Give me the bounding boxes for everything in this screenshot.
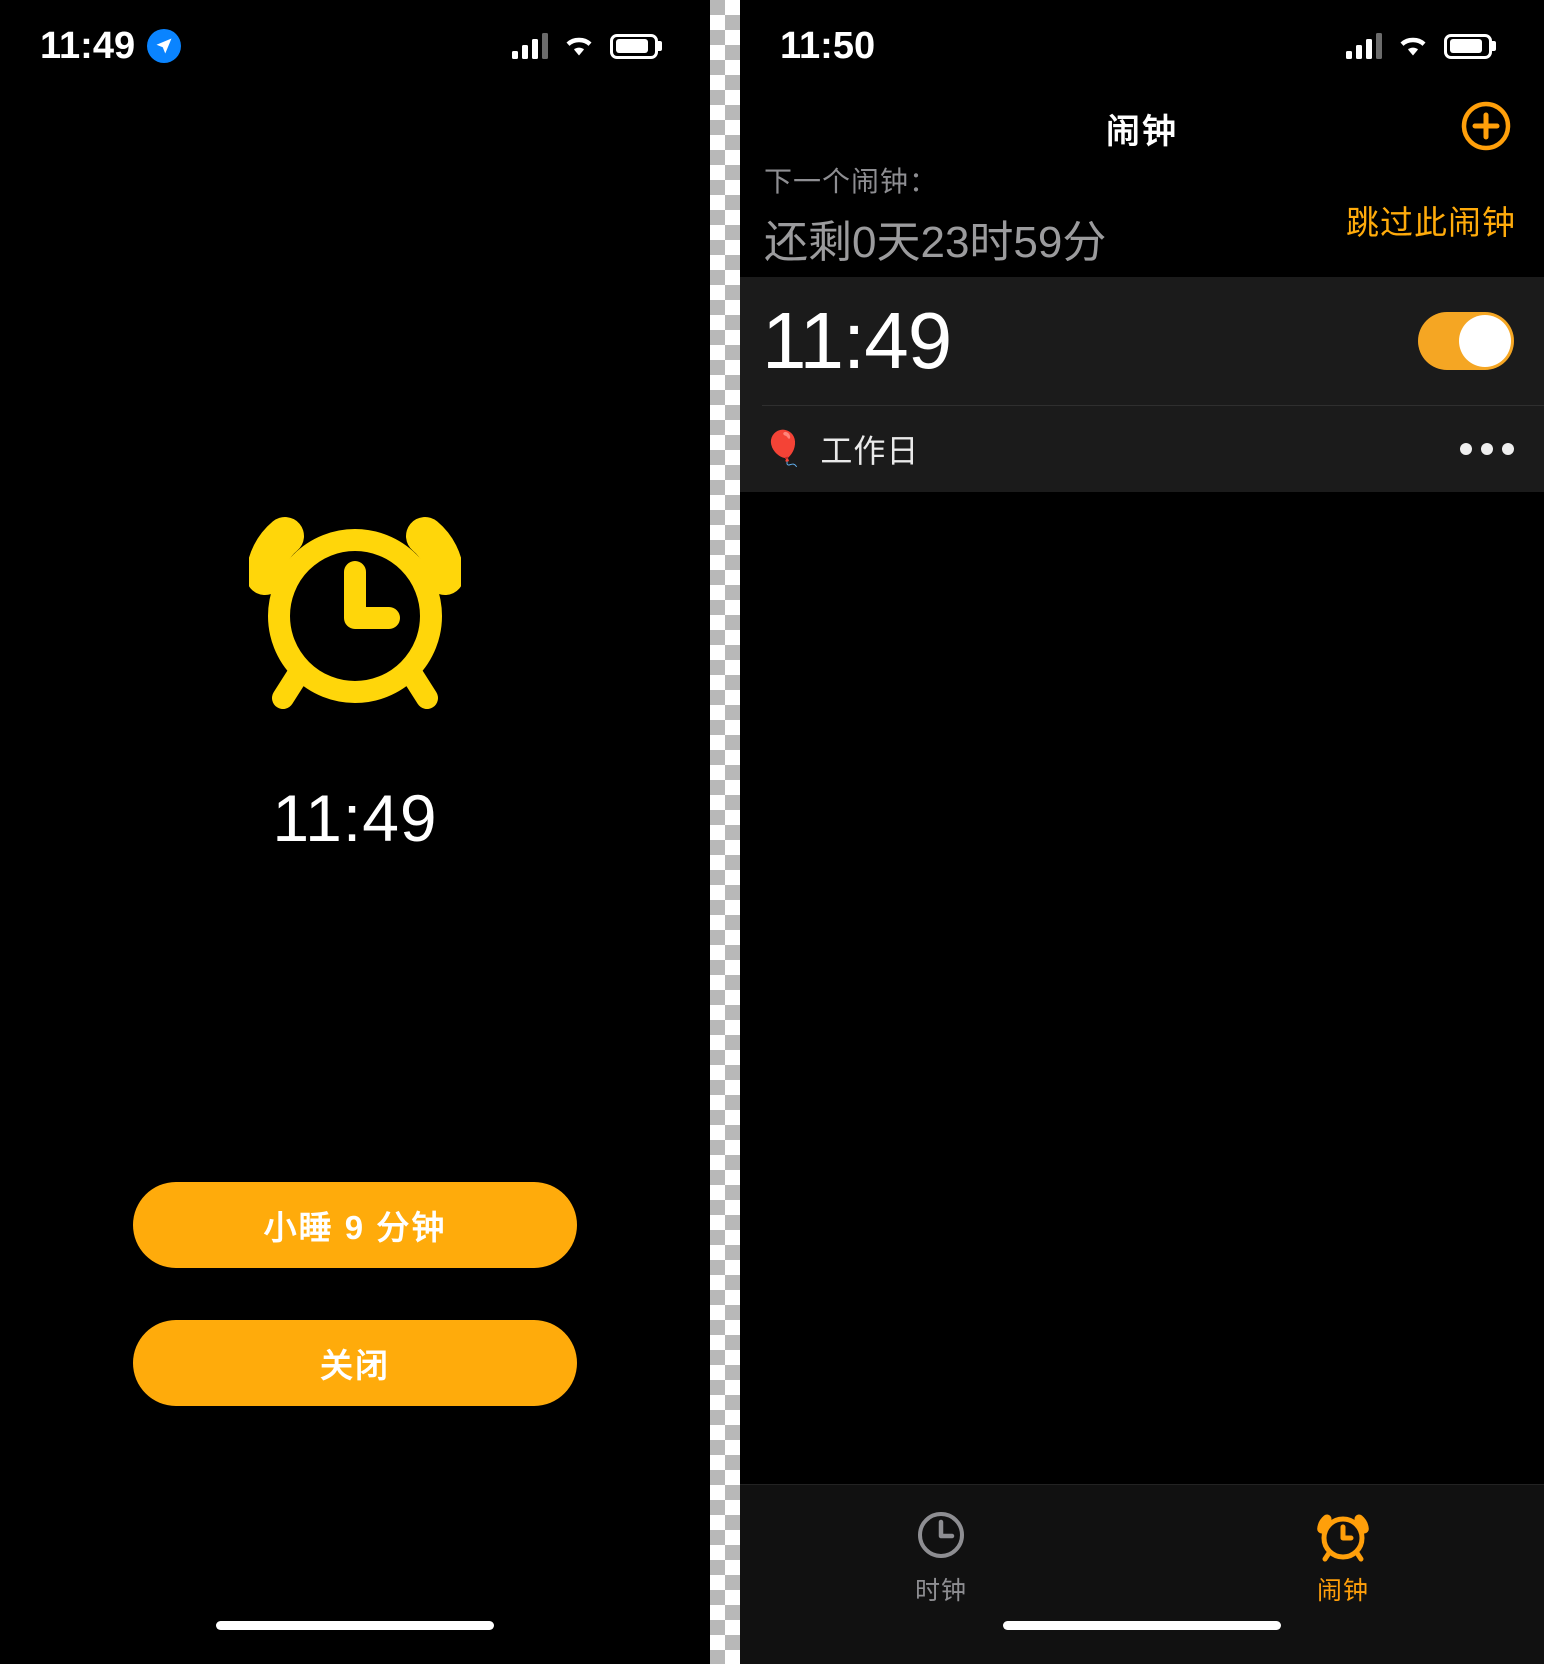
cellular-bars-icon [1346, 33, 1382, 59]
alarm-clock-icon [249, 492, 461, 710]
alarm-time: 11:49 [762, 296, 952, 385]
status-bar-time-right: 11:50 [780, 24, 876, 67]
tab-clock[interactable]: 时钟 [740, 1485, 1142, 1664]
alarm-tag: 🎈 工作日 [762, 426, 919, 472]
next-alarm-info: 下一个闹钟： 还剩0天23时59分 [764, 160, 1106, 270]
add-alarm-button[interactable] [1460, 100, 1512, 152]
page-title: 闹钟 [1106, 113, 1178, 151]
panel-divider [710, 0, 740, 1664]
balloon-emoji-icon: 🎈 [762, 430, 805, 468]
home-indicator[interactable] [216, 1621, 494, 1630]
wifi-icon [1396, 33, 1430, 59]
plus-circle-icon [1460, 100, 1512, 152]
alarm-clock-icon [1315, 1507, 1371, 1563]
tab-bar: 时钟 闹钟 [740, 1484, 1544, 1664]
status-bar-indicators-right [1346, 33, 1492, 59]
alarm-row-sub: 🎈 工作日 [740, 406, 1544, 492]
next-alarm-label: 下一个闹钟： [764, 166, 939, 197]
status-bar-time-group-right: 11:50 [780, 25, 875, 68]
ringing-time: 11:49 [272, 781, 438, 855]
right-phone-screen: 11:50 闹钟 下一个闹钟： 还剩0天23时59分 跳过此闹钟 11:49 🎈… [740, 0, 1544, 1664]
snooze-button[interactable]: 小睡 9 分钟 [133, 1182, 577, 1268]
home-indicator-right[interactable] [1003, 1621, 1281, 1630]
status-bar-right: 11:50 [740, 0, 1544, 92]
alarm-toggle[interactable] [1418, 312, 1514, 370]
tab-alarm-label: 闹钟 [1316, 1577, 1369, 1605]
next-alarm-countdown: 还剩0天23时59分 [764, 218, 1107, 267]
alarm-tag-label: 工作日 [820, 433, 920, 469]
clock-icon [913, 1507, 969, 1563]
tab-clock-label: 时钟 [914, 1577, 967, 1605]
left-phone-screen: 11:49 11:49 小睡 9 分钟 关闭 [0, 0, 710, 1664]
more-dots-icon[interactable] [1460, 443, 1514, 455]
skip-alarm-link[interactable]: 跳过此闹钟 [1346, 196, 1516, 244]
battery-icon [1444, 33, 1492, 59]
alarm-row-main: 11:49 [740, 277, 1544, 405]
alarm-ringing-screen: 11:49 小睡 9 分钟 关闭 [0, 0, 710, 1664]
screenshot-stage: 11:49 11:49 小睡 9 分钟 关闭 11:50 闹钟 下一个闹钟： 还… [0, 0, 1544, 1664]
tab-alarm[interactable]: 闹钟 [1142, 1485, 1544, 1664]
alarm-list-item[interactable]: 11:49 🎈 工作日 [740, 277, 1544, 492]
stop-alarm-button[interactable]: 关闭 [133, 1320, 577, 1406]
